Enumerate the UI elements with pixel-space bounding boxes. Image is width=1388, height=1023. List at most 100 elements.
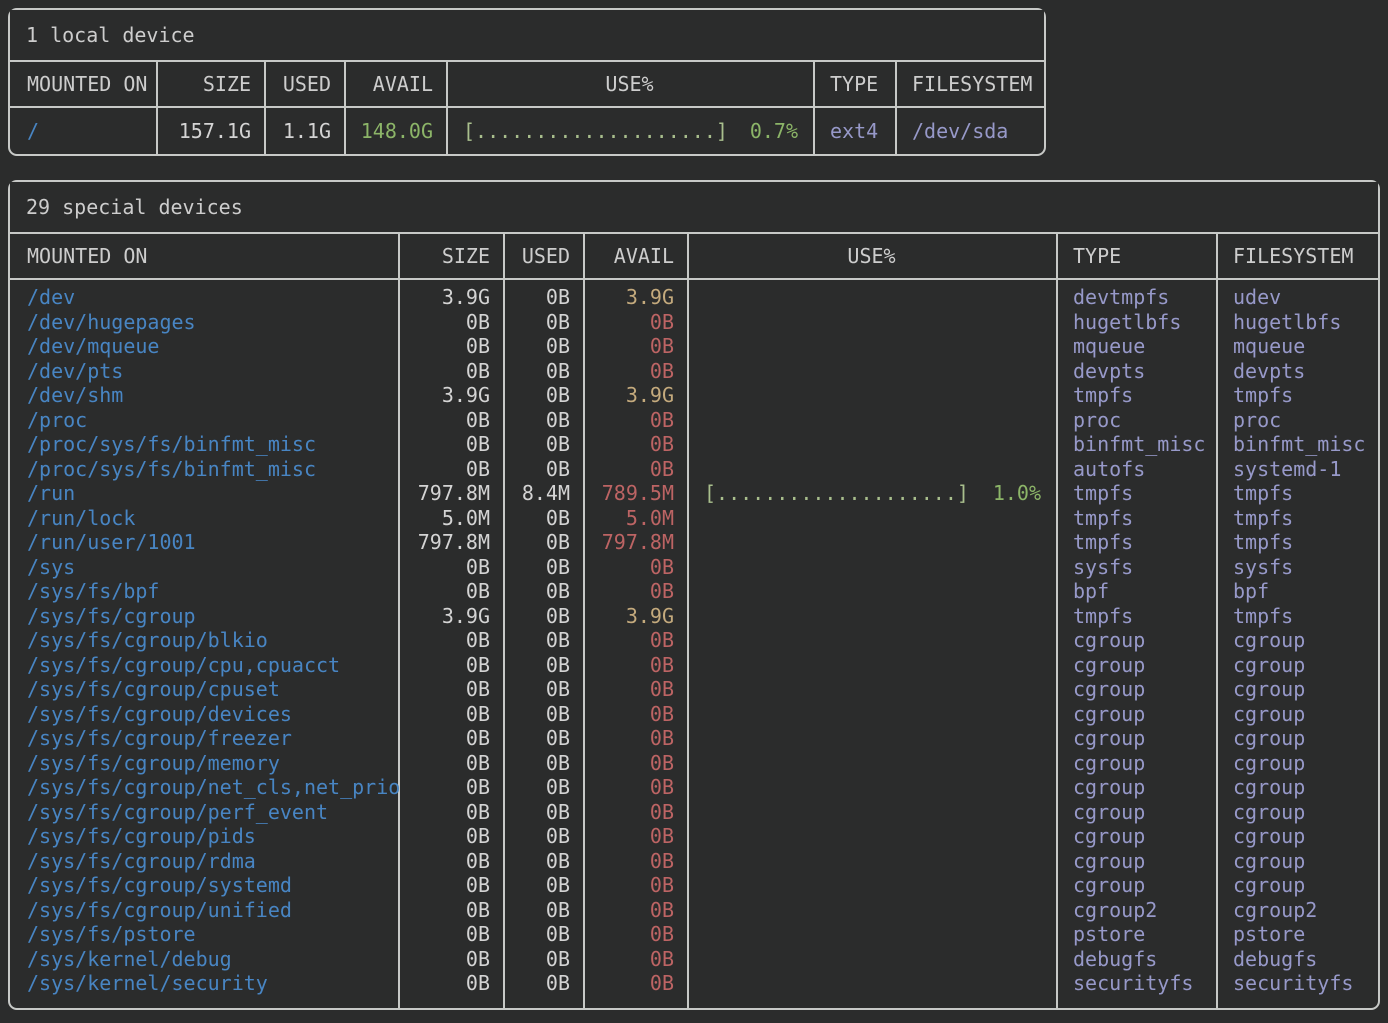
cell-type: bpf — [1056, 579, 1216, 603]
cell-filesystem: mqueue — [1216, 334, 1378, 358]
cell-used: 0B — [503, 922, 583, 946]
table-row: /157.1G1.1G148.0G[....................]0… — [10, 119, 1044, 144]
cell-type: cgroup — [1056, 873, 1216, 897]
table-row: /run797.8M8.4M789.5M[...................… — [10, 481, 1378, 506]
table-row: /sys/fs/cgroup/rdma0B0B0Bcgroupcgroup — [10, 849, 1378, 874]
cell-size: 0B — [398, 873, 503, 897]
table-row: /sys/fs/cgroup/systemd0B0B0Bcgroupcgroup — [10, 873, 1378, 898]
cell-type: cgroup — [1056, 849, 1216, 873]
cell-avail: 0B — [583, 334, 687, 358]
cell-filesystem: cgroup — [1216, 628, 1378, 652]
cell-type: devtmpfs — [1056, 285, 1216, 309]
cell-avail: 0B — [583, 849, 687, 873]
column-header-size: SIZE — [156, 72, 264, 96]
table-header-row: MOUNTED ONSIZEUSEDAVAILUSE%TYPEFILESYSTE… — [10, 234, 1378, 280]
table-row: /dev/pts0B0B0Bdevptsdevpts — [10, 359, 1378, 384]
cell-avail: 0B — [583, 824, 687, 848]
cell-used: 0B — [503, 775, 583, 799]
cell-used: 0B — [503, 530, 583, 554]
cell-mounted-on: /sys/fs/cgroup/pids — [10, 824, 398, 848]
table-row: /sys/fs/cgroup/perf_event0B0B0Bcgroupcgr… — [10, 800, 1378, 825]
cell-mounted-on: /sys/fs/cgroup/systemd — [10, 873, 398, 897]
cell-type: hugetlbfs — [1056, 310, 1216, 334]
cell-filesystem: cgroup2 — [1216, 898, 1378, 922]
cell-mounted-on: /dev/hugepages — [10, 310, 398, 334]
cell-type: autofs — [1056, 457, 1216, 481]
cell-used: 0B — [503, 383, 583, 407]
cell-type: binfmt_misc — [1056, 432, 1216, 456]
cell-type: cgroup — [1056, 702, 1216, 726]
column-header-use: USE% — [687, 244, 1056, 268]
cell-filesystem: cgroup — [1216, 653, 1378, 677]
cell-avail: 0B — [583, 677, 687, 701]
cell-size: 0B — [398, 555, 503, 579]
table-row: /sys/fs/cgroup/cpu,cpuacct0B0B0Bcgroupcg… — [10, 653, 1378, 678]
cell-avail: 3.9G — [583, 383, 687, 407]
column-header-filesystem: FILESYSTEM — [1216, 244, 1378, 268]
cell-used: 0B — [503, 751, 583, 775]
cell-size: 0B — [398, 849, 503, 873]
cell-mounted-on: /sys/kernel/security — [10, 971, 398, 995]
cell-used: 0B — [503, 873, 583, 897]
cell-avail: 789.5M — [583, 481, 687, 505]
cell-type: tmpfs — [1056, 530, 1216, 554]
cell-mounted-on: /sys/fs/cgroup/net_cls,net_prio — [10, 775, 398, 799]
cell-used: 0B — [503, 726, 583, 750]
cell-used: 0B — [503, 408, 583, 432]
cell-used: 0B — [503, 457, 583, 481]
special-devices-table: 29 special devices MOUNTED ONSIZEUSEDAVA… — [8, 180, 1380, 1010]
table-row: /dev3.9G0B3.9Gdevtmpfsudev — [10, 285, 1378, 310]
cell-mounted-on: /dev/shm — [10, 383, 398, 407]
cell-avail: 0B — [583, 702, 687, 726]
table-row: /sys/fs/cgroup/devices0B0B0Bcgroupcgroup — [10, 702, 1378, 727]
cell-avail: 0B — [583, 653, 687, 677]
cell-mounted-on: /sys/fs/cgroup/cpu,cpuacct — [10, 653, 398, 677]
cell-filesystem: cgroup — [1216, 677, 1378, 701]
cell-mounted-on: /sys/fs/cgroup/freezer — [10, 726, 398, 750]
column-header-size: SIZE — [398, 244, 503, 268]
cell-type: tmpfs — [1056, 383, 1216, 407]
cell-filesystem: cgroup — [1216, 775, 1378, 799]
cell-type: ext4 — [813, 119, 895, 143]
cell-type: tmpfs — [1056, 506, 1216, 530]
cell-used: 0B — [503, 604, 583, 628]
cell-filesystem: cgroup — [1216, 726, 1378, 750]
table-row: /proc/sys/fs/binfmt_misc0B0B0Bbinfmt_mis… — [10, 432, 1378, 457]
cell-used: 0B — [503, 359, 583, 383]
cell-size: 0B — [398, 898, 503, 922]
usage-percent: 0.7% — [750, 119, 798, 143]
table-title: 29 special devices — [10, 182, 1378, 234]
usage-percent: 1.0% — [993, 481, 1041, 505]
cell-mounted-on: /sys/fs/cgroup/rdma — [10, 849, 398, 873]
table-row: /run/user/1001797.8M0B797.8Mtmpfstmpfs — [10, 530, 1378, 555]
cell-used: 0B — [503, 628, 583, 652]
cell-filesystem: bpf — [1216, 579, 1378, 603]
cell-used: 0B — [503, 971, 583, 995]
cell-used: 0B — [503, 947, 583, 971]
cell-mounted-on: /sys/kernel/debug — [10, 947, 398, 971]
table-row: /sys/fs/cgroup/blkio0B0B0Bcgroupcgroup — [10, 628, 1378, 653]
cell-size: 0B — [398, 457, 503, 481]
column-header-used: USED — [264, 72, 344, 96]
cell-used: 0B — [503, 555, 583, 579]
cell-filesystem: securityfs — [1216, 971, 1378, 995]
cell-avail: 0B — [583, 432, 687, 456]
cell-filesystem: tmpfs — [1216, 383, 1378, 407]
table-row: /sys/fs/cgroup/pids0B0B0Bcgroupcgroup — [10, 824, 1378, 849]
column-header-avail: AVAIL — [344, 72, 446, 96]
table-header-row: MOUNTED ONSIZEUSEDAVAILUSE%TYPEFILESYSTE… — [10, 62, 1044, 108]
terminal-output[interactable]: 1 local device MOUNTED ONSIZEUSEDAVAILUS… — [0, 0, 1388, 1023]
cell-mounted-on: /sys/fs/cgroup/blkio — [10, 628, 398, 652]
cell-filesystem: tmpfs — [1216, 481, 1378, 505]
cell-type: cgroup — [1056, 677, 1216, 701]
cell-used: 8.4M — [503, 481, 583, 505]
cell-mounted-on: /run/lock — [10, 506, 398, 530]
cell-avail: 3.9G — [583, 285, 687, 309]
cell-filesystem: tmpfs — [1216, 530, 1378, 554]
cell-used: 0B — [503, 334, 583, 358]
cell-size: 0B — [398, 628, 503, 652]
cell-used: 0B — [503, 898, 583, 922]
cell-size: 0B — [398, 579, 503, 603]
table-row: /sys/fs/cgroup/freezer0B0B0Bcgroupcgroup — [10, 726, 1378, 751]
cell-size: 0B — [398, 751, 503, 775]
